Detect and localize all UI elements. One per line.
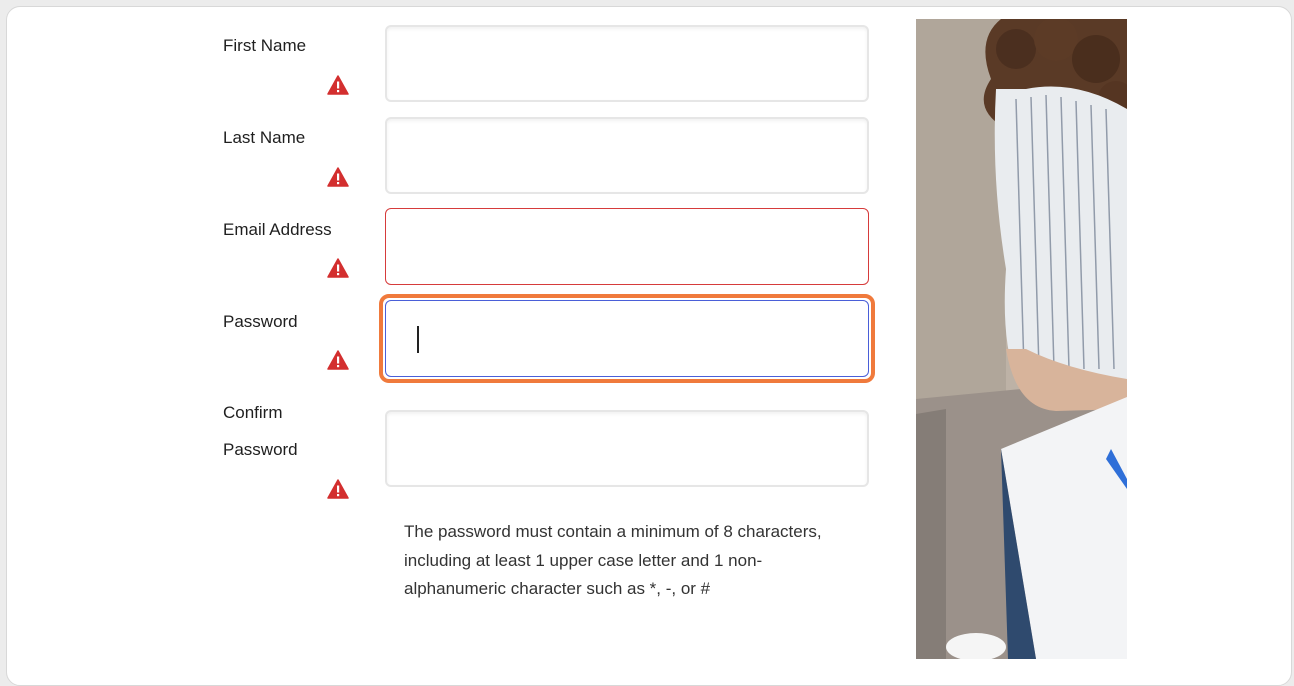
text-caret (417, 326, 419, 353)
registration-form: First Name Last Name Email Address Passw… (7, 7, 907, 685)
password-label: Password (223, 312, 298, 331)
last-name-warning-icon (327, 167, 349, 187)
first-name-warning-icon (327, 75, 349, 95)
email-address-warning-icon (327, 258, 349, 278)
decorative-photo (916, 19, 1127, 659)
email-address-input[interactable] (385, 208, 869, 285)
page-frame: First Name Last Name Email Address Passw… (6, 6, 1292, 686)
confirm-password-warning-icon (327, 479, 349, 499)
first-name-input[interactable] (385, 25, 869, 102)
confirm-password-input[interactable] (385, 410, 869, 487)
email-address-label: Email Address (223, 220, 332, 239)
first-name-label: First Name (223, 36, 307, 55)
last-name-label: Last Name (223, 128, 306, 147)
confirm-password-label-line1: Confirm (223, 403, 283, 422)
password-input[interactable] (385, 300, 869, 377)
last-name-input[interactable] (385, 117, 869, 194)
password-requirements-text: The password must contain a minimum of 8… (404, 522, 822, 598)
password-warning-icon (327, 350, 349, 370)
confirm-password-label-line2: Password (223, 440, 298, 459)
